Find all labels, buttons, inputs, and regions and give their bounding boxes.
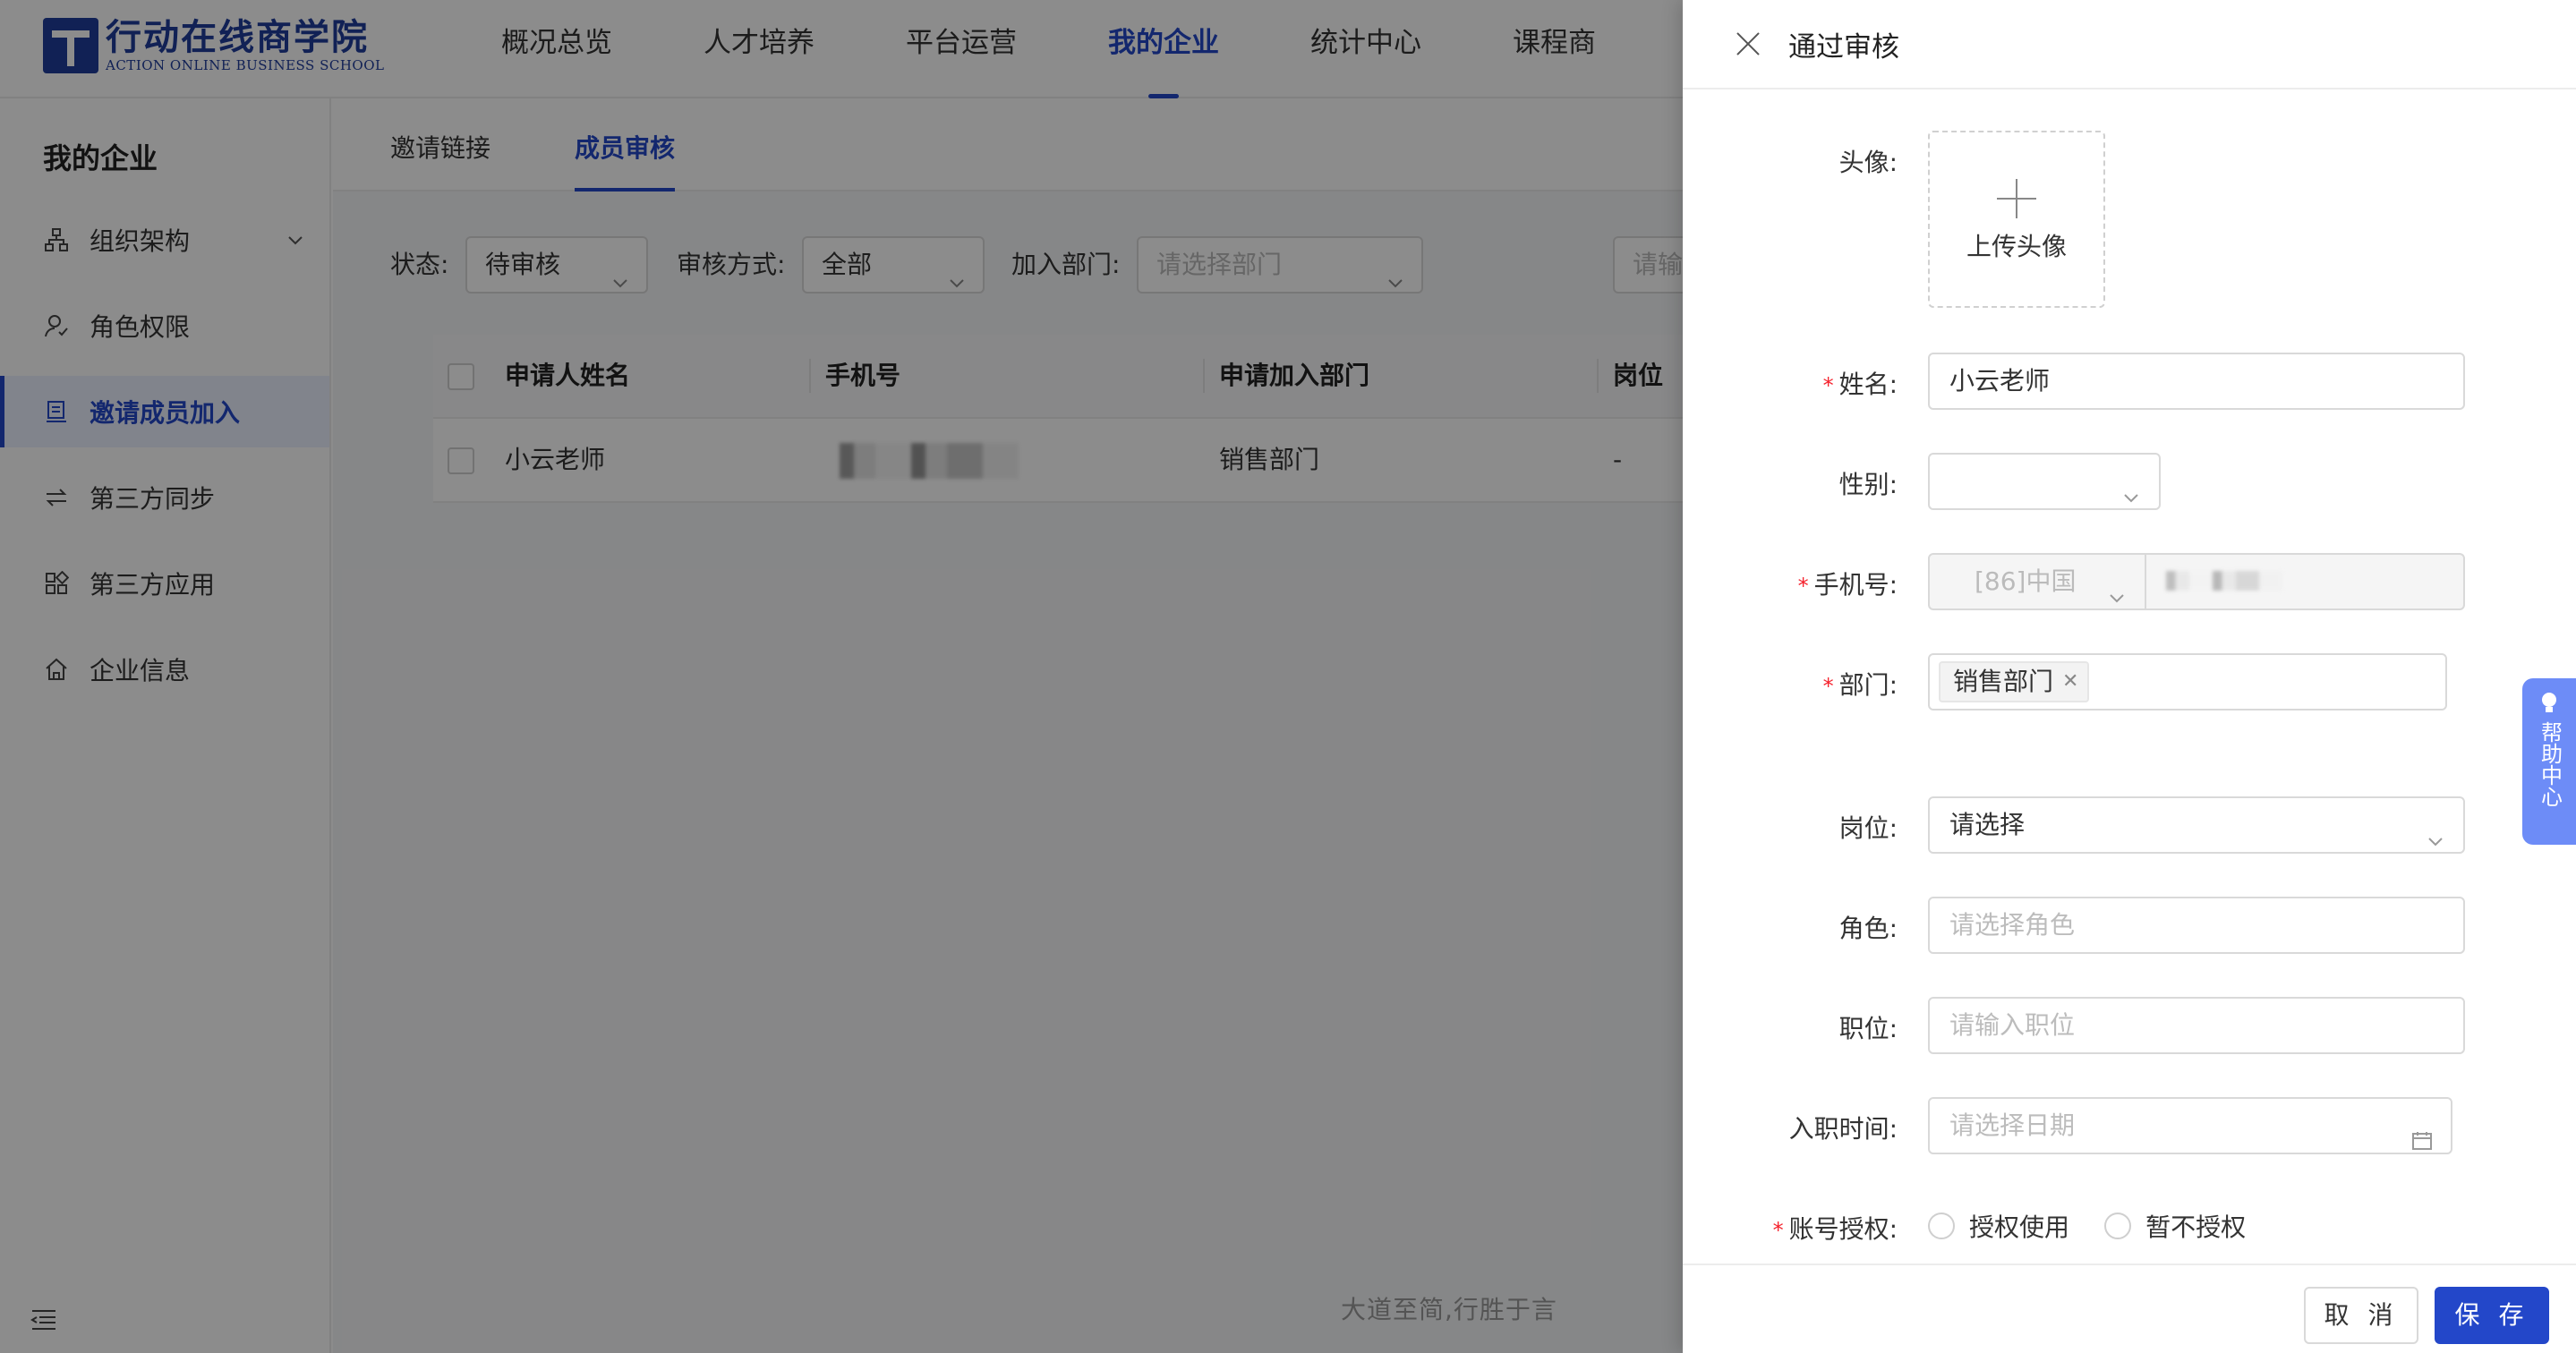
cancel-button[interactable]: 取 消 bbox=[2304, 1287, 2418, 1344]
radio-not-authorize[interactable]: 暂不授权 bbox=[2104, 1208, 2246, 1244]
drawer-footer: 取 消 保 存 bbox=[1683, 1264, 2576, 1353]
required-mark: * bbox=[1822, 674, 1834, 699]
drawer-header: 通过审核 bbox=[1683, 0, 2576, 89]
phone-label: 手机号: bbox=[1813, 570, 1898, 600]
tag-close-icon[interactable]: ✕ bbox=[2062, 663, 2078, 701]
post-label: 岗位: bbox=[1838, 813, 1898, 843]
join-date-label: 入职时间: bbox=[1788, 1114, 1898, 1144]
post-select[interactable]: 请选择 bbox=[1928, 796, 2465, 854]
radio-authorize[interactable]: 授权使用 bbox=[1928, 1208, 2069, 1244]
gender-select[interactable] bbox=[1928, 453, 2161, 510]
plus-icon bbox=[1997, 179, 2036, 218]
dept-label: 部门: bbox=[1838, 670, 1898, 700]
role-select[interactable]: 请选择角色 bbox=[1928, 897, 2465, 954]
chevron-down-icon bbox=[2426, 816, 2445, 870]
approve-drawer: 通过审核 头像: 上传头像 * 姓名: 小云老师 性别: * 手机号: [86]… bbox=[1683, 0, 2576, 1353]
chevron-down-icon bbox=[2121, 472, 2141, 526]
gender-label: 性别: bbox=[1838, 470, 1898, 499]
dept-multi-select[interactable]: 销售部门 ✕ bbox=[1928, 653, 2447, 711]
job-title-input[interactable]: 请输入职位 bbox=[1928, 997, 2465, 1054]
calendar-icon bbox=[2411, 1117, 2433, 1170]
upload-avatar-label: 上传头像 bbox=[1966, 232, 2067, 261]
required-mark: * bbox=[1797, 574, 1809, 599]
required-mark: * bbox=[1822, 373, 1834, 398]
name-label: 姓名: bbox=[1838, 370, 1898, 399]
drawer-title: 通过审核 bbox=[1788, 30, 1899, 64]
phone-number-input[interactable] bbox=[2145, 553, 2465, 610]
avatar-label: 头像: bbox=[1838, 148, 1898, 177]
auth-radio-group: 授权使用 暂不授权 bbox=[1928, 1208, 2276, 1244]
redacted-phone bbox=[2166, 571, 2282, 591]
save-button[interactable]: 保 存 bbox=[2435, 1287, 2549, 1344]
join-date-picker[interactable]: 请选择日期 bbox=[1928, 1097, 2452, 1154]
lightbulb-icon bbox=[2541, 693, 2557, 712]
job-title-label: 职位: bbox=[1838, 1014, 1898, 1043]
chevron-down-icon bbox=[2107, 573, 2127, 626]
avatar-upload[interactable]: 上传头像 bbox=[1928, 131, 2105, 308]
required-mark: * bbox=[1772, 1218, 1784, 1243]
name-input[interactable]: 小云老师 bbox=[1928, 353, 2465, 410]
dept-tag: 销售部门 ✕ bbox=[1939, 661, 2090, 702]
auth-label: 账号授权: bbox=[1788, 1214, 1898, 1244]
approve-form: 头像: 上传头像 * 姓名: 小云老师 性别: * 手机号: [86]中国 * … bbox=[1683, 89, 2576, 1264]
app-root: 行动在线商学院 ACTION ONLINE BUSINESS SCHOOL 概况… bbox=[0, 0, 2576, 1353]
help-center-label: 帮助中心 bbox=[2537, 721, 2563, 807]
close-icon[interactable] bbox=[1735, 30, 1761, 57]
help-center-button[interactable]: 帮助中心 bbox=[2522, 678, 2576, 845]
phone-country-select[interactable]: [86]中国 bbox=[1928, 553, 2146, 610]
role-label: 角色: bbox=[1838, 914, 1898, 943]
